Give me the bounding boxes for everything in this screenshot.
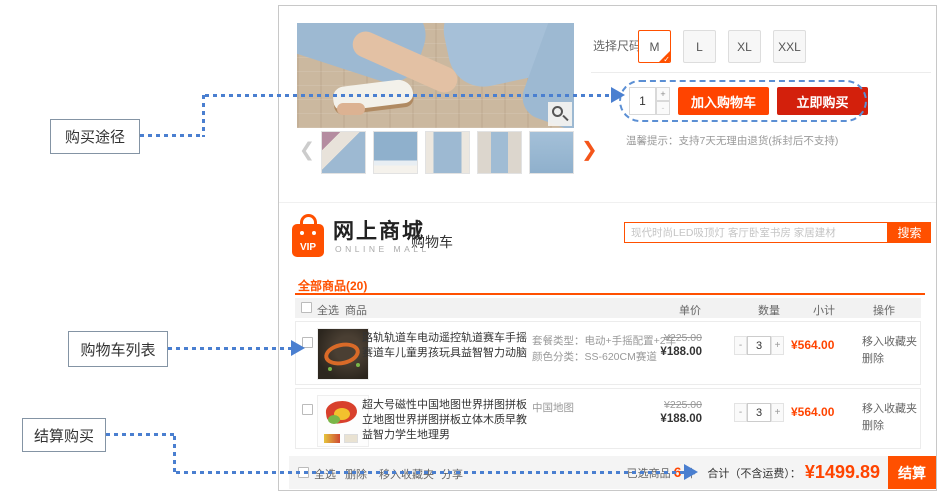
column-select-all: 全选	[317, 302, 339, 318]
magnifier-icon[interactable]	[548, 102, 572, 126]
arrow-right-icon	[291, 340, 305, 356]
checkout-button[interactable]: 结算	[888, 456, 936, 489]
annotation-label: 结算购买	[34, 425, 94, 446]
product-main-image[interactable]	[297, 23, 574, 128]
total-amount: ¥1499.89	[805, 462, 880, 483]
annotation-checkout: 结算购买	[22, 418, 106, 452]
annotation-connector-line	[106, 433, 176, 436]
annotation-cart-list: 购物车列表	[68, 331, 168, 367]
thumbnail-3[interactable]	[425, 131, 470, 174]
row-subtotal: ¥564.00	[791, 405, 834, 419]
cart-bag-icon: VIP	[292, 214, 324, 258]
quantity-stepper: - 3 +	[734, 336, 784, 355]
annotation-connector-line	[173, 436, 176, 472]
tab-all-items[interactable]: 全部商品(20)	[298, 277, 367, 294]
total-label: 合计（不含运费）：	[707, 465, 801, 481]
next-arrow-icon[interactable]: ❯	[581, 137, 598, 162]
size-option-xl[interactable]: XL	[728, 30, 761, 63]
annotation-label: 购买途径	[65, 126, 125, 147]
screenshot-root: 购买途径 购物车列表 结算购买 ❮ ❯ 选择尺码:	[0, 0, 940, 495]
annotation-connector-line	[205, 94, 612, 97]
size-option-label: XL	[737, 40, 752, 54]
move-to-favorites-link[interactable]: 移入收藏夹	[862, 401, 917, 418]
footer-delete-link[interactable]: 删除	[345, 466, 367, 482]
quantity-value[interactable]: 3	[747, 403, 771, 422]
search-input[interactable]	[624, 222, 888, 243]
row-actions: 移入收藏夹 删除	[862, 401, 917, 435]
annotation-purchase-path: 购买途径	[50, 119, 140, 154]
annotation-label: 购物车列表	[80, 339, 155, 360]
return-policy-tip: 温馨提示：支持7天无理由退货(拆封后不支持)	[626, 133, 838, 148]
size-option-xxl[interactable]: XXL	[773, 30, 806, 63]
quantity-increase-button[interactable]: +	[771, 336, 784, 355]
footer-share-link[interactable]: 分享	[441, 466, 463, 482]
divider	[591, 72, 931, 73]
divider	[279, 202, 936, 203]
delete-link[interactable]: 删除	[862, 418, 917, 435]
table-row: 超大号磁性中国地图世界拼图拼板立地图世界拼图拼板立体木质早教益智力学生地理男 中…	[295, 388, 921, 449]
vip-badge: VIP	[292, 242, 324, 253]
price-block: ¥225.00 ¥188.00	[632, 332, 702, 358]
column-unit-price: 单价	[679, 302, 701, 318]
quantity-increase-button[interactable]: +	[771, 403, 784, 422]
page-title: 购物车	[411, 232, 453, 252]
original-price: ¥225.00	[632, 399, 702, 411]
thumbnail-5[interactable]	[529, 131, 574, 174]
product-title[interactable]: 超大号磁性中国地图世界拼图拼板立地图世界拼图拼板立体木质早教益智力学生地理男	[362, 398, 534, 443]
prev-arrow-icon[interactable]: ❮	[299, 139, 315, 162]
arrow-right-icon	[684, 464, 698, 480]
column-subtotal: 小计	[813, 302, 835, 318]
footer-select-all-link[interactable]: 全选	[314, 466, 336, 482]
product-cart-panel: ❮ ❯ 选择尺码: M ✓ L XL XXL 1 + - 加入购物车 立即购买 …	[278, 5, 937, 491]
delete-link[interactable]: 删除	[862, 351, 917, 368]
thumbnail-1[interactable]	[321, 131, 366, 174]
select-all-checkbox[interactable]	[301, 302, 312, 313]
current-price: ¥188.00	[632, 413, 702, 425]
annotation-connector-line	[140, 134, 204, 137]
table-header: 全选 商品 单价 数量 小计 操作	[295, 298, 921, 318]
size-option-l[interactable]: L	[683, 30, 716, 63]
annotation-connector-line	[202, 95, 205, 137]
size-option-label: XXL	[778, 40, 801, 54]
current-price: ¥188.00	[632, 346, 702, 358]
product-title[interactable]: 路轨轨道车电动遥控轨道赛车手摇赛道车儿童男孩玩具益智智力动脑	[362, 331, 534, 361]
row-checkbox[interactable]	[302, 404, 313, 415]
column-actions: 操作	[873, 302, 895, 318]
column-product: 商品	[345, 302, 367, 318]
search-button[interactable]: 搜索	[888, 222, 931, 243]
table-row: 路轨轨道车电动遥控轨道赛车手摇赛道车儿童男孩玩具益智智力动脑 套餐类型：电动+手…	[295, 321, 921, 385]
check-icon: ✓	[663, 55, 670, 63]
move-to-favorites-link[interactable]: 移入收藏夹	[862, 334, 917, 351]
size-option-label: L	[696, 40, 703, 54]
column-quantity: 数量	[758, 302, 780, 318]
annotation-connector-line	[176, 471, 686, 474]
quantity-decrease-button[interactable]: -	[734, 403, 747, 422]
thumbnail-2[interactable]	[373, 131, 418, 174]
tab-underline	[295, 293, 925, 295]
footer-move-favorites-link[interactable]: 移入收藏夹	[379, 466, 434, 482]
thumbnail-4[interactable]	[477, 131, 522, 174]
size-label: 选择尺码:	[593, 37, 644, 54]
quantity-stepper: - 3 +	[734, 403, 784, 422]
size-option-m[interactable]: M ✓	[638, 30, 671, 63]
annotation-highlight-frame	[619, 80, 867, 122]
price-block: ¥225.00 ¥188.00	[632, 399, 702, 425]
row-subtotal: ¥564.00	[791, 338, 834, 352]
annotation-connector-line	[168, 347, 292, 350]
quantity-value[interactable]: 3	[747, 336, 771, 355]
toes-shape	[337, 103, 365, 115]
arrow-right-icon	[611, 87, 625, 103]
row-actions: 移入收藏夹 删除	[862, 334, 917, 368]
original-price: ¥225.00	[632, 332, 702, 344]
quantity-decrease-button[interactable]: -	[734, 336, 747, 355]
